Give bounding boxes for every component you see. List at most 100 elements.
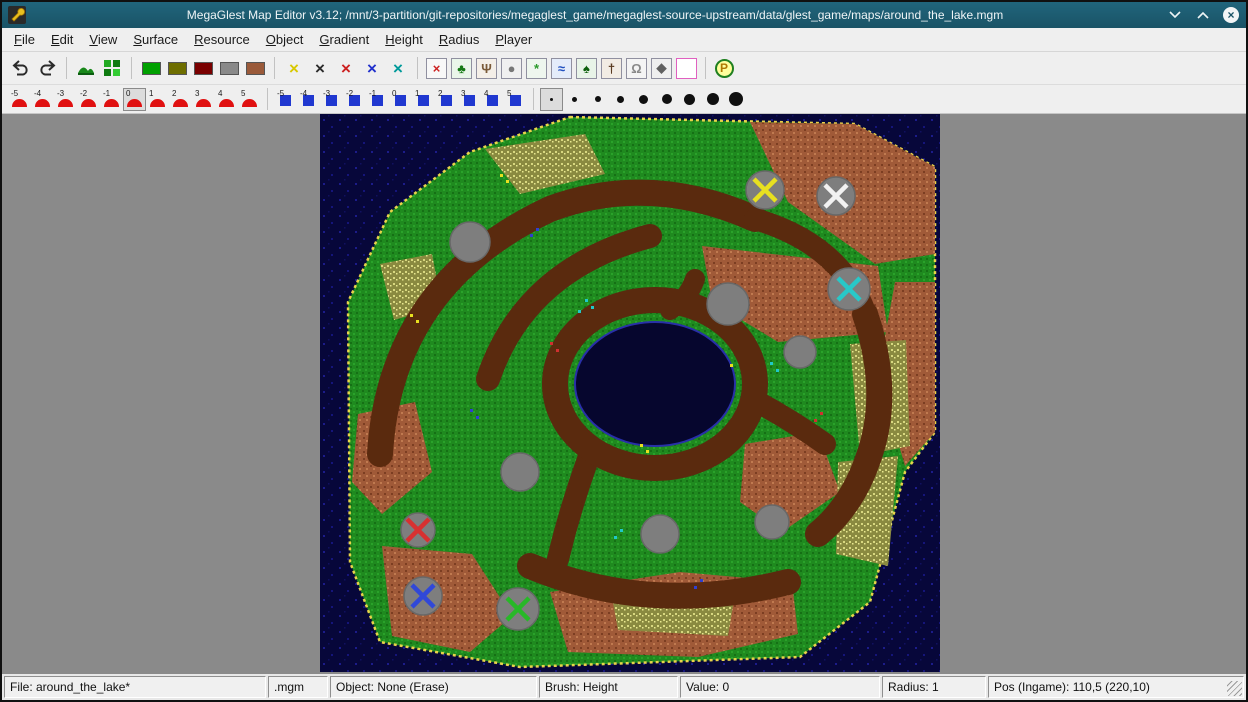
radius-6-button[interactable] (655, 88, 678, 111)
object-stone-button[interactable]: ● (501, 58, 522, 79)
object-dead-tree-button[interactable]: Ψ (476, 58, 497, 79)
height-3-button[interactable]: 3 (192, 88, 215, 111)
menu-gradient[interactable]: Gradient (311, 29, 377, 50)
resource-5-button[interactable]: × (385, 55, 411, 81)
grass-brush-button[interactable] (73, 55, 99, 81)
height-2-button[interactable]: 2 (169, 88, 192, 111)
undo-button[interactable] (8, 55, 34, 81)
resource-4-button[interactable]: × (359, 55, 385, 81)
radius-8-button[interactable] (701, 88, 724, 111)
player-placement-button[interactable]: P (712, 56, 736, 80)
object-tree-button[interactable]: ♣ (451, 58, 472, 79)
gradient--2-button[interactable]: -2 (343, 88, 366, 111)
gradient-value-label: -5 (277, 90, 284, 98)
height-4-button[interactable]: 4 (215, 88, 238, 111)
resize-grip[interactable] (1227, 681, 1242, 696)
player-icon: P (715, 59, 734, 78)
object-water-object-button[interactable]: ≈ (551, 58, 572, 79)
object-hanged-button[interactable]: † (601, 58, 622, 79)
menu-object[interactable]: Object (258, 29, 312, 50)
height-0-button[interactable]: 0 (123, 88, 146, 111)
radius-dot-icon (729, 92, 743, 106)
object-big-tree-button[interactable]: ♠ (576, 58, 597, 79)
surface-road-button[interactable] (190, 55, 216, 81)
surface-ground-button[interactable] (242, 55, 268, 81)
height--4-button[interactable]: -4 (31, 88, 54, 111)
close-button[interactable]: × (1222, 6, 1240, 24)
gradient-0-button[interactable]: 0 (389, 88, 412, 111)
status-position: Pos (Ingame): 110,5 (220,10) (988, 676, 1244, 698)
object-statue-button[interactable]: Ω (626, 58, 647, 79)
surface-grass-button[interactable] (138, 55, 164, 81)
radius-dot-icon (707, 93, 719, 105)
gradient--4-button[interactable]: -4 (297, 88, 320, 111)
radius-dot-icon (550, 98, 553, 101)
height-value-label: 5 (241, 90, 245, 98)
surface-stone-button[interactable] (216, 55, 242, 81)
height-1-button[interactable]: 1 (146, 88, 169, 111)
toolbar-separator (533, 88, 534, 110)
redo-button[interactable] (34, 55, 60, 81)
height-5-button[interactable]: 5 (238, 88, 261, 111)
radius-5-button[interactable] (632, 88, 655, 111)
resource-3-button[interactable]: × (333, 55, 359, 81)
height-value-label: 2 (172, 90, 176, 98)
resource-group: ××××× (281, 55, 411, 81)
resource-stone-button[interactable]: × (307, 55, 333, 81)
height--3-button[interactable]: -3 (54, 88, 77, 111)
gradient-value-label: -1 (369, 90, 376, 98)
resource-gold-button[interactable]: × (281, 55, 307, 81)
menu-surface[interactable]: Surface (125, 29, 186, 50)
radius-4-button[interactable] (609, 88, 632, 111)
brush-toolbar: -5-4-3-2-1012345 -5-4-3-2-1012345 (2, 85, 1246, 114)
title-bar[interactable]: MegaGlest Map Editor v3.12; /mnt/3-parti… (2, 2, 1246, 28)
gradient-3-button[interactable]: 3 (458, 88, 481, 111)
redo-icon (37, 58, 57, 78)
radius-7-button[interactable] (678, 88, 701, 111)
height-value-label: -4 (34, 90, 41, 98)
gradient-value-label: 2 (438, 90, 442, 98)
radius-dot-icon (662, 94, 672, 104)
gradient-1-button[interactable]: 1 (412, 88, 435, 111)
radius-2-button[interactable] (563, 88, 586, 111)
menu-radius[interactable]: Radius (431, 29, 487, 50)
gradient--1-button[interactable]: -1 (366, 88, 389, 111)
gradient-value-label: 5 (507, 90, 511, 98)
menu-player[interactable]: Player (487, 29, 540, 50)
gradient-brush-icon (418, 95, 429, 106)
object-none-erase-button[interactable]: × (426, 58, 447, 79)
gradient-brush-icon (441, 95, 452, 106)
menu-height[interactable]: Height (377, 29, 431, 50)
toolbar-separator (131, 57, 132, 79)
map-canvas[interactable] (320, 114, 940, 672)
status-brush: Brush: Height (539, 676, 678, 698)
height-brush-icon (173, 99, 188, 107)
object-invisible-blocking-button[interactable] (676, 58, 697, 79)
status-value: Value: 0 (680, 676, 880, 698)
radius-1-button[interactable] (540, 88, 563, 111)
height--1-button[interactable]: -1 (100, 88, 123, 111)
height-brush-icon (219, 99, 234, 107)
radius-9-button[interactable] (724, 88, 747, 111)
menu-file[interactable]: File (6, 29, 43, 50)
surface-secondary-grass-button[interactable] (164, 55, 190, 81)
gradient--5-button[interactable]: -5 (274, 88, 297, 111)
menu-resource[interactable]: Resource (186, 29, 258, 50)
gradient-4-button[interactable]: 4 (481, 88, 504, 111)
chevron-up-icon (1197, 11, 1209, 19)
object-big-rock-button[interactable]: ◆ (651, 58, 672, 79)
terrain-brush-button[interactable] (99, 55, 125, 81)
gradient--3-button[interactable]: -3 (320, 88, 343, 111)
maximize-button[interactable] (1194, 6, 1212, 24)
radius-3-button[interactable] (586, 88, 609, 111)
gradient-5-button[interactable]: 5 (504, 88, 527, 111)
height-brush-icon (12, 99, 27, 107)
surface-road-icon (194, 62, 213, 75)
minimize-button[interactable] (1166, 6, 1184, 24)
object-bush-button[interactable]: * (526, 58, 547, 79)
height--5-button[interactable]: -5 (8, 88, 31, 111)
menu-view[interactable]: View (81, 29, 125, 50)
menu-edit[interactable]: Edit (43, 29, 81, 50)
height--2-button[interactable]: -2 (77, 88, 100, 111)
gradient-2-button[interactable]: 2 (435, 88, 458, 111)
